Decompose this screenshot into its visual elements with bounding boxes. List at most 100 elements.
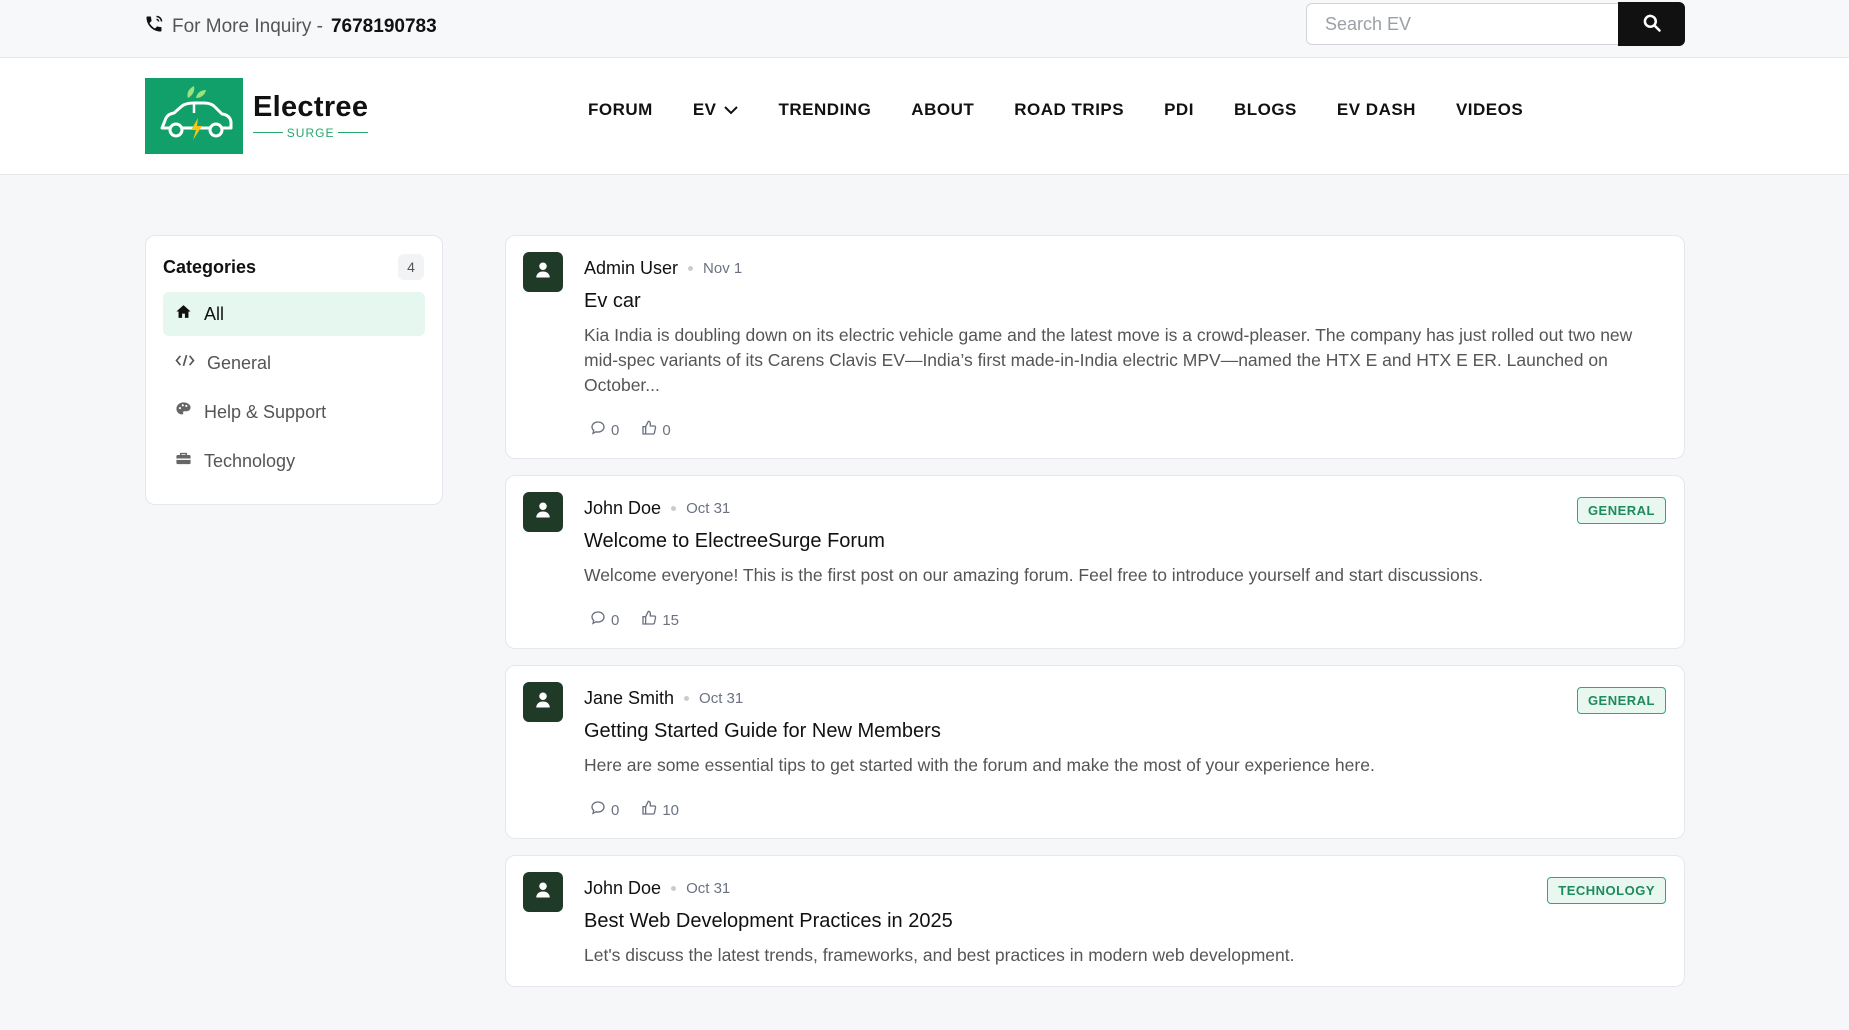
comment-count[interactable]: 0 xyxy=(590,800,619,820)
nav-pdi[interactable]: PDI xyxy=(1144,93,1214,127)
categories-title: Categories xyxy=(163,256,257,277)
nav-trending[interactable]: TRENDING xyxy=(759,93,892,127)
nav-pdi-label: PDI xyxy=(1164,100,1194,119)
post-card[interactable]: John Doe Oct 31 GENERAL Welcome to Elect… xyxy=(505,475,1685,649)
post-author[interactable]: Admin User xyxy=(584,258,678,279)
home-icon xyxy=(175,303,192,325)
comment-icon xyxy=(590,420,606,440)
category-label: All xyxy=(204,303,225,324)
post-stats: 0 15 xyxy=(584,610,1666,630)
main-menu: FORUM EV TRENDING ABOUT ROAD TRIPS PDI B… xyxy=(568,93,1543,127)
post-date: Oct 31 xyxy=(699,689,744,707)
nav-road-trips[interactable]: ROAD TRIPS xyxy=(994,93,1144,127)
brand-tagline-row: SURGE xyxy=(253,125,369,140)
comment-count-value: 0 xyxy=(611,801,620,819)
phone-icon xyxy=(144,14,164,40)
brand-logo[interactable]: Electree SURGE xyxy=(145,78,369,154)
post-author[interactable]: Jane Smith xyxy=(584,688,674,709)
comment-count-value: 0 xyxy=(611,611,620,629)
comment-count-value: 0 xyxy=(611,421,620,439)
nav-ev[interactable]: EV xyxy=(673,93,759,127)
category-label: Help & Support xyxy=(204,401,327,422)
user-icon xyxy=(534,881,552,904)
nav-forum[interactable]: FORUM xyxy=(568,93,673,127)
post-stats: 0 0 xyxy=(584,420,1666,440)
nav-videos-label: VIDEOS xyxy=(1455,100,1524,119)
search-button[interactable] xyxy=(1618,2,1685,46)
post-card[interactable]: John Doe Oct 31 TECHNOLOGY Best Web Deve… xyxy=(505,855,1685,987)
meta-separator xyxy=(671,885,677,891)
nav-blogs-label: BLOGS xyxy=(1233,100,1297,119)
main-navbar: Electree SURGE FORUM EV TRENDING ABOUT R… xyxy=(0,58,1849,175)
inquiry-info: For More Inquiry - 7678190783 xyxy=(144,14,437,40)
categories-header: Categories 4 xyxy=(146,236,442,280)
post-list: Admin User Nov 1 Ev car Kia India is dou… xyxy=(505,235,1685,1003)
avatar[interactable] xyxy=(523,682,563,722)
category-general[interactable]: General xyxy=(163,341,425,385)
post-meta: John Doe Oct 31 xyxy=(584,492,1666,524)
comment-count[interactable]: 0 xyxy=(590,610,619,630)
nav-ev-dash[interactable]: EV DASH xyxy=(1317,93,1436,127)
nav-about[interactable]: ABOUT xyxy=(891,93,994,127)
avatar[interactable] xyxy=(523,492,563,532)
inquiry-phone[interactable]: 7678190783 xyxy=(331,16,437,38)
category-help-support[interactable]: Help & Support xyxy=(163,390,425,434)
nav-about-label: ABOUT xyxy=(911,100,975,119)
like-count[interactable]: 15 xyxy=(641,610,679,630)
user-icon xyxy=(534,691,552,714)
thumbs-up-icon xyxy=(641,610,657,630)
logo-wordmark: Electree SURGE xyxy=(253,90,369,140)
post-title[interactable]: Best Web Development Practices in 2025 xyxy=(584,910,1666,933)
user-icon xyxy=(534,261,552,284)
post-date: Nov 1 xyxy=(703,259,743,277)
categories-panel: Categories 4 All General Help & Support … xyxy=(145,235,443,505)
nav-forum-label: FORUM xyxy=(588,100,653,119)
nav-road-trips-label: ROAD TRIPS xyxy=(1014,100,1125,119)
avatar[interactable] xyxy=(523,252,563,292)
category-badge[interactable]: TECHNOLOGY xyxy=(1547,877,1666,904)
post-title[interactable]: Getting Started Guide for New Members xyxy=(584,720,1666,743)
search-bar xyxy=(1306,2,1685,46)
code-icon xyxy=(175,352,195,374)
category-label: Technology xyxy=(204,450,296,471)
nav-trending-label: TRENDING xyxy=(778,100,872,119)
post-title[interactable]: Welcome to ElectreeSurge Forum xyxy=(584,530,1666,553)
post-date: Oct 31 xyxy=(686,499,731,517)
nav-blogs[interactable]: BLOGS xyxy=(1214,93,1317,127)
comment-count[interactable]: 0 xyxy=(590,420,619,440)
user-icon xyxy=(534,501,552,524)
category-badge[interactable]: GENERAL xyxy=(1576,497,1666,524)
like-count[interactable]: 10 xyxy=(641,800,679,820)
meta-separator xyxy=(684,695,690,701)
nav-ev-label: EV xyxy=(692,100,717,119)
nav-videos[interactable]: VIDEOS xyxy=(1436,93,1543,127)
avatar[interactable] xyxy=(523,872,563,912)
post-meta: Admin User Nov 1 xyxy=(584,252,1666,284)
post-meta: Jane Smith Oct 31 xyxy=(584,682,1666,714)
brand-name: Electree xyxy=(253,90,369,123)
category-all[interactable]: All xyxy=(163,292,425,336)
like-count[interactable]: 0 xyxy=(641,420,671,440)
post-card[interactable]: Admin User Nov 1 Ev car Kia India is dou… xyxy=(505,235,1685,459)
comment-icon xyxy=(590,800,606,820)
category-technology[interactable]: Technology xyxy=(163,439,425,483)
chevron-down-icon xyxy=(723,100,739,120)
inquiry-label: For More Inquiry - xyxy=(172,16,323,37)
post-author[interactable]: John Doe xyxy=(584,878,661,899)
logo-car-icon xyxy=(145,78,243,154)
meta-separator xyxy=(671,505,677,511)
post-excerpt: Let's discuss the latest trends, framewo… xyxy=(584,945,1295,965)
post-excerpt: Kia India is doubling down on its electr… xyxy=(584,325,1633,395)
brand-tagline: SURGE xyxy=(286,125,335,140)
thumbs-up-icon xyxy=(641,800,657,820)
category-label: General xyxy=(207,352,272,373)
post-title[interactable]: Ev car xyxy=(584,290,1666,313)
category-badge[interactable]: GENERAL xyxy=(1576,687,1666,714)
top-bar: For More Inquiry - 7678190783 xyxy=(0,0,1849,58)
nav-ev-dash-label: EV DASH xyxy=(1336,100,1416,119)
search-input[interactable] xyxy=(1306,3,1618,45)
post-author[interactable]: John Doe xyxy=(584,498,661,519)
like-count-value: 0 xyxy=(662,421,671,439)
post-card[interactable]: Jane Smith Oct 31 GENERAL Getting Starte… xyxy=(505,665,1685,839)
categories-count: 4 xyxy=(398,254,424,280)
